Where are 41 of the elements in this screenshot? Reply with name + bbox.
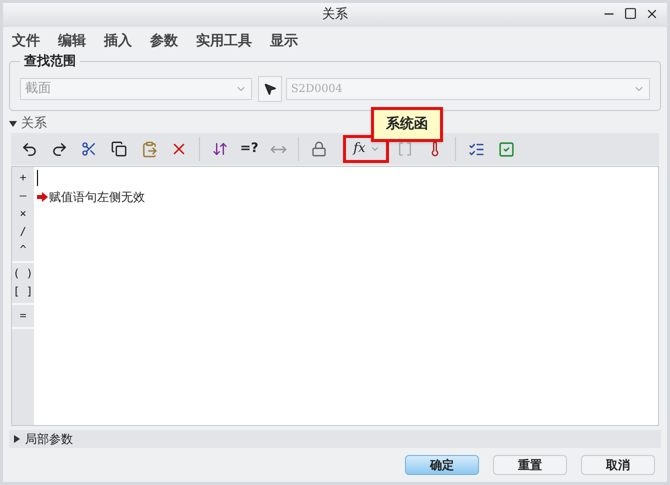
menu-item[interactable]: 参数 bbox=[150, 30, 178, 52]
lock-icon bbox=[311, 141, 328, 157]
copy-icon bbox=[111, 141, 127, 157]
tooltip: 系统函 bbox=[371, 107, 443, 142]
operator-button[interactable]: ( ) bbox=[12, 265, 34, 283]
redo-icon bbox=[50, 140, 68, 158]
dialog-button[interactable]: 确定 bbox=[405, 455, 479, 475]
relations-editor[interactable]: 赋值语句左侧无效 bbox=[34, 167, 658, 425]
section-label: 关系 bbox=[21, 115, 47, 134]
pick-button[interactable] bbox=[258, 76, 282, 102]
close-icon[interactable] bbox=[645, 7, 659, 21]
pointer-icon bbox=[263, 82, 277, 96]
local-params-header[interactable]: 局部参数 bbox=[9, 430, 661, 448]
dialog-button[interactable]: 取消 bbox=[581, 455, 655, 475]
operator-button[interactable]: × bbox=[12, 205, 34, 223]
operator-button[interactable]: / bbox=[12, 223, 34, 241]
menu-item[interactable]: 编辑 bbox=[58, 30, 86, 52]
maximize-icon[interactable] bbox=[624, 7, 637, 20]
operator-button[interactable]: = bbox=[12, 307, 34, 325]
dialog-button[interactable]: 重置 bbox=[493, 455, 567, 475]
operator-button[interactable]: + bbox=[12, 169, 34, 187]
menu-item[interactable]: 显示 bbox=[270, 30, 298, 52]
brackets-icon bbox=[397, 141, 414, 157]
menu-item[interactable]: 插入 bbox=[104, 30, 132, 52]
menu-item[interactable]: 文件 bbox=[12, 30, 40, 52]
operator-button[interactable]: [ ] bbox=[12, 283, 34, 301]
caret-icon[interactable] bbox=[9, 120, 17, 128]
menu-item[interactable]: 实用工具 bbox=[196, 30, 252, 52]
cut-icon bbox=[81, 141, 97, 157]
operator-button[interactable]: – bbox=[12, 187, 34, 205]
paste-icon bbox=[140, 140, 158, 158]
arrow-icon bbox=[37, 192, 48, 202]
caret-icon[interactable] bbox=[13, 435, 21, 443]
checkbox-icon bbox=[498, 140, 515, 158]
error-message: 赋值语句左侧无效 bbox=[49, 189, 145, 206]
query-button[interactable]: =? bbox=[236, 135, 262, 163]
section-label: 局部参数 bbox=[25, 431, 73, 448]
operator-button[interactable]: ^ bbox=[12, 241, 34, 259]
up-down-arrows-icon bbox=[212, 141, 228, 157]
window-title: 关系 bbox=[322, 6, 348, 24]
undo-icon bbox=[20, 140, 38, 158]
